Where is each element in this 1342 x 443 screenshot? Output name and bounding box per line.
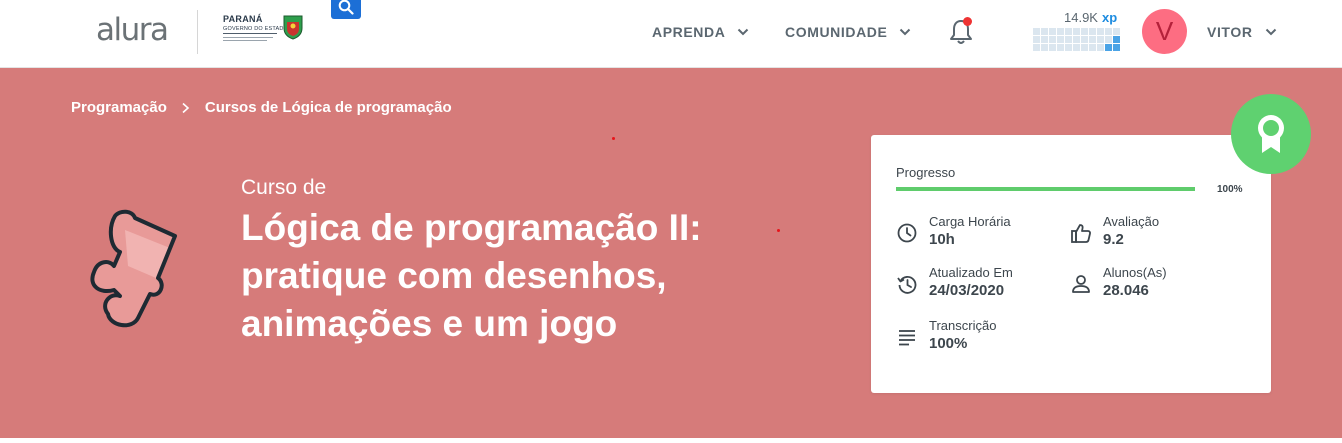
bottom-strip: [0, 438, 1342, 443]
xp-level-cell: [1057, 28, 1064, 35]
nav-aprenda[interactable]: APRENDA: [652, 24, 749, 40]
progress-percent: 100%: [1217, 184, 1243, 195]
xp-level-cell: [1113, 44, 1120, 51]
xp-level-cell: [1033, 36, 1040, 43]
gov-logo-title: PARANÁ: [223, 14, 263, 24]
certificate-badge[interactable]: [1231, 94, 1311, 174]
breadcrumb: Programação Cursos de Lógica de programa…: [71, 99, 452, 116]
xp-level-cell: [1057, 44, 1064, 51]
chevron-right-icon: [182, 102, 190, 113]
course-pre-title: Curso de: [241, 176, 327, 199]
parana-crest-icon: [283, 15, 303, 40]
progress-bar-fill: [896, 187, 1195, 191]
xp-level-cell: [1081, 36, 1088, 43]
xp-level-cell: [1041, 36, 1048, 43]
chevron-down-icon: [900, 28, 911, 36]
user-icon: [1072, 275, 1090, 293]
progress-bar: [896, 187, 1195, 191]
xp-level-grid: [1033, 28, 1123, 53]
stat-alunos: Alunos(As) 28.046: [1070, 265, 1167, 301]
history-icon: [897, 276, 917, 294]
notification-dot: [963, 17, 972, 26]
xp-level-cell: [1049, 36, 1056, 43]
xp-level-cell: [1081, 28, 1088, 35]
xp-level-cell: [1105, 28, 1112, 35]
course-title: Lógica de programação II: pratique com d…: [241, 207, 702, 344]
xp-unit: xp: [1101, 10, 1118, 25]
xp-level-cell: [1057, 36, 1064, 43]
search-button[interactable]: [331, 0, 361, 19]
breadcrumb-programacao[interactable]: Programação: [71, 99, 167, 116]
gov-logo-line: [223, 33, 277, 34]
stat-label: Carga Horária: [929, 214, 1011, 229]
avatar[interactable]: V: [1142, 9, 1187, 54]
xp-level-cell: [1073, 36, 1080, 43]
stat-atualizado: Atualizado Em 24/03/2020: [896, 265, 1013, 301]
stat-avaliacao: Avaliação 9.2: [1070, 214, 1159, 250]
xp-level-cell: [1097, 36, 1104, 43]
xp-level-cell: [1097, 28, 1104, 35]
xp-level-cell: [1089, 28, 1096, 35]
avatar-letter: V: [1155, 16, 1174, 46]
stat-label: Atualizado Em: [929, 265, 1013, 280]
xp-level-cell: [1065, 28, 1072, 35]
xp-level-cell: [1049, 44, 1056, 51]
course-info-card: Progresso 100% Carga Horária 10h Avaliaç…: [871, 135, 1271, 393]
xp-level-cell: [1049, 28, 1056, 35]
stat-label: Avaliação: [1103, 214, 1160, 229]
stat-label: Alunos(As): [1103, 265, 1167, 280]
chevron-down-icon: [1265, 28, 1276, 36]
xp-level-cell: [1105, 36, 1112, 43]
breadcrumb-logica[interactable]: Cursos de Lógica de programação: [205, 99, 452, 116]
stat-carga-horaria: Carga Horária 10h: [896, 214, 1011, 250]
stat-value: 10h: [929, 231, 955, 248]
xp-level-cell: [1097, 44, 1104, 51]
xp-level-cell: [1065, 36, 1072, 43]
search-icon: [338, 0, 354, 15]
xp-level-cell: [1065, 44, 1072, 51]
xp-value: 14.9K: [1064, 10, 1098, 25]
stat-value: 100%: [929, 335, 968, 352]
gov-logo-subtitle: GOVERNO DO ESTADO: [223, 26, 289, 32]
user-menu[interactable]: VITOR: [1207, 24, 1277, 40]
nav-comunidade-label: COMUNIDADE: [785, 24, 888, 40]
chevron-down-icon: [738, 28, 749, 36]
thumbs-up-icon: [1071, 224, 1091, 243]
nav-aprenda-label: APRENDA: [652, 24, 726, 40]
xp-level-cell: [1041, 28, 1048, 35]
xp-level-cell: [1041, 44, 1048, 51]
top-header: alura PARANÁ GOVERNO DO ESTADO APRENDA C…: [0, 0, 1342, 68]
stat-value: 28.046: [1103, 282, 1149, 299]
xp-level-cell: [1033, 44, 1040, 51]
nav-comunidade[interactable]: COMUNIDADE: [785, 24, 911, 40]
gov-logo-detail: [223, 37, 273, 38]
gov-logo-detail: [223, 40, 267, 41]
decorative-dot: [612, 137, 615, 140]
stat-value: 9.2: [1103, 231, 1124, 248]
alura-logo[interactable]: alura: [96, 12, 169, 48]
puzzle-piece-icon: [90, 209, 177, 328]
xp-level-cell: [1089, 44, 1096, 51]
xp-level-cell: [1113, 36, 1120, 43]
award-ribbon-icon: [1258, 115, 1284, 153]
stat-value: 24/03/2020: [929, 282, 1005, 299]
user-name: VITOR: [1207, 24, 1253, 40]
logo-divider: [197, 10, 198, 54]
xp-level-cell: [1105, 44, 1112, 51]
stat-transcricao: Transcrição 100%: [896, 318, 996, 354]
text-lines-icon: [899, 330, 915, 346]
progress-label: Progresso: [896, 165, 956, 180]
xp-level-cell: [1073, 44, 1080, 51]
xp-level-cell: [1089, 36, 1096, 43]
xp-level-cell: [1081, 44, 1088, 51]
xp-level-cell: [1033, 28, 1040, 35]
course-hero: Programação Cursos de Lógica de programa…: [0, 68, 1342, 438]
stat-label: Transcrição: [929, 318, 997, 333]
parana-government-logo: PARANÁ GOVERNO DO ESTADO: [223, 14, 309, 46]
xp-level-cell: [1073, 28, 1080, 35]
xp-level-cell: [1113, 28, 1120, 35]
clock-icon: [897, 223, 917, 243]
xp-counter: 14.9K xp: [1064, 10, 1117, 25]
